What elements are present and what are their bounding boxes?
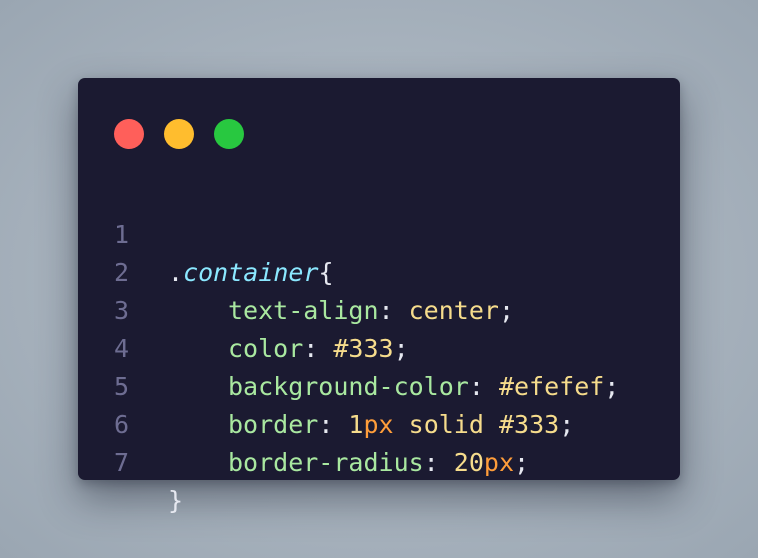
code-line: 2 text-align: center; bbox=[78, 216, 680, 325]
window-controls bbox=[114, 119, 264, 149]
maximize-dot-icon[interactable] bbox=[214, 119, 244, 149]
line-content: } bbox=[168, 482, 183, 520]
unit: px bbox=[483, 448, 514, 477]
code-line: 6 border-radius: 20px; bbox=[78, 368, 680, 477]
code-line: 1 .container{ bbox=[78, 178, 680, 287]
semicolon: ; bbox=[514, 448, 530, 477]
numeric-value: 20 bbox=[453, 448, 484, 477]
line-content: border-radius: 20px; bbox=[168, 444, 529, 482]
colon: : bbox=[423, 448, 454, 477]
code-block: 1 .container{ 2 text-align: center; 3 co… bbox=[78, 178, 680, 515]
close-brace: } bbox=[168, 486, 184, 515]
code-line: 7 } bbox=[78, 406, 680, 515]
minimize-dot-icon[interactable] bbox=[164, 119, 194, 149]
code-line: 5 border: 1px solid #333; bbox=[78, 330, 680, 439]
property-name: border-radius bbox=[228, 448, 424, 477]
line-number: 7 bbox=[114, 448, 130, 477]
code-window: 1 .container{ 2 text-align: center; 3 co… bbox=[78, 78, 680, 515]
code-line: 3 color: #333; bbox=[78, 254, 680, 363]
close-dot-icon[interactable] bbox=[114, 119, 144, 149]
code-line: 4 background-color: #efefef; bbox=[78, 292, 680, 401]
